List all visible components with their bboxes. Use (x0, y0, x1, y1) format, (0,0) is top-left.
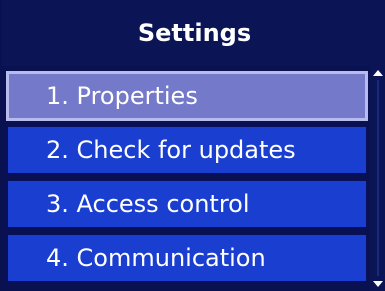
menu-item-communication[interactable]: 4. Communication (6, 233, 368, 283)
scroll-up-arrow-icon[interactable] (373, 70, 383, 76)
scroll-track (377, 80, 379, 276)
scroll-down-arrow-icon[interactable] (373, 281, 383, 287)
menu-item-properties[interactable]: 1. Properties (6, 71, 368, 121)
settings-panel: Settings 1. Properties 2. Check for upda… (0, 0, 385, 291)
menu-item-check-for-updates[interactable]: 2. Check for updates (6, 125, 368, 175)
menu-item-access-control[interactable]: 3. Access control (6, 179, 368, 229)
settings-menu: 1. Properties 2. Check for updates 3. Ac… (6, 71, 368, 287)
page-title: Settings (2, 0, 385, 66)
scrollbar[interactable] (370, 66, 385, 291)
